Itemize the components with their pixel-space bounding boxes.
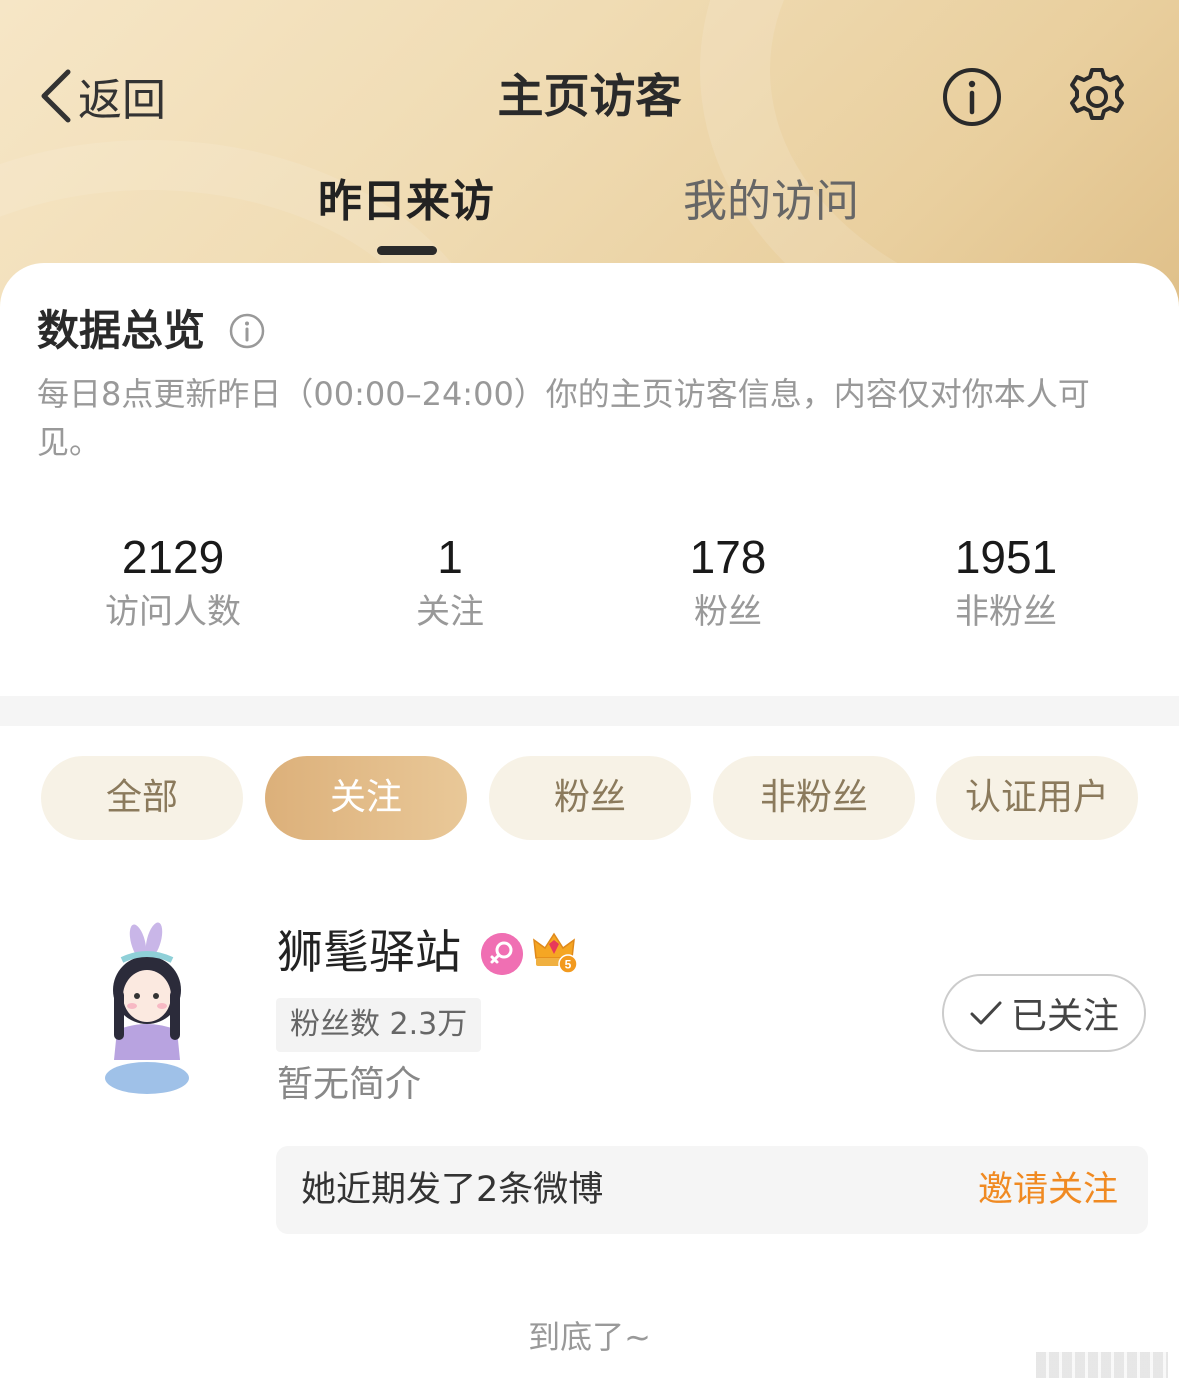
stat-label: 非粉丝 [955,592,1057,632]
stat-following[interactable]: 1 关注 [320,528,580,638]
gear-icon[interactable] [1066,66,1128,128]
stat-label: 关注 [416,592,484,632]
filter-chip-fans[interactable]: 粉丝 [489,756,691,840]
recent-posts-box: 她近期发了2条微博 邀请关注 [276,1146,1148,1234]
stat-label: 粉丝 [694,592,762,632]
stat-visitors[interactable]: 2129 访问人数 [43,528,303,638]
stat-value: 2129 [121,531,225,583]
stat-fans[interactable]: 178 粉丝 [598,528,858,638]
female-badge-icon [481,933,523,975]
section-divider [0,696,1179,726]
active-tab-indicator [377,246,437,255]
stat-non-fans[interactable]: 1951 非粉丝 [876,528,1136,638]
filter-chip-non-fans[interactable]: 非粉丝 [713,756,915,840]
overview-title: 数据总览 [37,306,206,355]
tab-yesterday-visits[interactable]: 昨日来访 [318,172,494,232]
stat-label: 访问人数 [105,592,241,632]
follow-status-label: 已关注 [1010,996,1119,1037]
stat-value: 178 [689,531,767,583]
checkmark-icon [970,1001,1002,1025]
end-of-list-text: 到底了~ [528,1318,651,1356]
fans-count-badge: 粉丝数 2.3万 [276,998,482,1052]
user-name[interactable]: 狮髦驿站 [277,922,461,982]
user-bio: 暂无简介 [277,1064,422,1105]
info-icon[interactable] [228,312,266,350]
filter-chip-following[interactable]: 关注 [265,756,467,840]
watermark [1036,1352,1168,1378]
invite-follow-link[interactable]: 邀请关注 [978,1146,1118,1234]
stat-value: 1951 [954,531,1058,583]
stats-row: 2129 访问人数 1 关注 178 粉丝 1951 非粉丝 [0,528,1179,638]
filter-chip-verified[interactable]: 认证用户 [936,756,1138,840]
filter-chips: 全部 关注 粉丝 非粉丝 认证用户 [0,756,1179,840]
stat-value: 1 [437,531,463,583]
followed-button[interactable]: 已关注 [942,974,1146,1052]
avatar[interactable] [92,920,202,1100]
tab-my-visits[interactable]: 我的访问 [683,172,859,232]
recent-posts-text: 她近期发了2条微博 [301,1170,604,1210]
vip-crown-icon: 5 [533,932,578,974]
filter-chip-all[interactable]: 全部 [41,756,243,840]
info-icon[interactable] [941,66,1003,128]
crown-level: 5 [565,958,572,972]
overview-description: 每日8点更新昨日（00:00–24:00）你的主页访客信息，内容仅对你本人可见。 [37,375,1090,461]
